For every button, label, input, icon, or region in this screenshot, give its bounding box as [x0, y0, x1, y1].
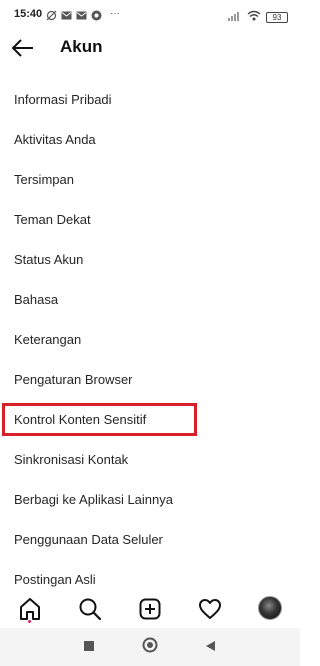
menu-item-label: Informasi Pribadi [14, 92, 112, 107]
menu-item-sinkronisasi-kontak[interactable]: Sinkronisasi Kontak [0, 440, 300, 480]
menu-item-bahasa[interactable]: Bahasa [0, 280, 300, 320]
page-title: Akun [60, 37, 103, 56]
menu-item-label: Penggunaan Data Seluler [14, 532, 163, 547]
menu-item-label: Teman Dekat [14, 212, 91, 227]
more-indicator: ··· [110, 8, 120, 19]
menu-item-keterangan[interactable]: Keterangan [0, 320, 300, 360]
signal-icon [228, 8, 242, 26]
nav-add-post-button[interactable] [137, 596, 163, 622]
mail-icon [76, 8, 87, 20]
system-back-button[interactable] [204, 639, 216, 657]
menu-item-label: Berbagi ke Aplikasi Lainnya [14, 492, 173, 507]
menu-item-aktivitas-anda[interactable]: Aktivitas Anda [0, 120, 300, 160]
heart-icon [199, 599, 221, 619]
status-time: 15:40 [14, 8, 43, 20]
bottom-nav [0, 590, 300, 628]
triangle-back-icon [206, 641, 215, 651]
menu-item-status-akun[interactable]: Status Akun [0, 240, 300, 280]
menu-item-label: Bahasa [14, 292, 59, 307]
search-icon [79, 598, 102, 621]
system-nav [0, 628, 300, 666]
profile-avatar[interactable] [258, 596, 282, 620]
nav-home-button[interactable] [17, 596, 43, 622]
menu-item-label: Keterangan [14, 332, 82, 347]
nav-search-button[interactable] [77, 596, 103, 622]
menu-item-teman-dekat[interactable]: Teman Dekat [0, 200, 300, 240]
home-icon [20, 598, 40, 620]
menu-item-pengaturan-browser[interactable]: Pengaturan Browser [0, 360, 300, 400]
menu-item-kontrol-konten-sensitif[interactable]: Kontrol Konten Sensitif [0, 400, 300, 440]
status-bar: 15:40 ··· 93 [0, 0, 300, 30]
active-indicator-dot [28, 620, 31, 623]
menu-item-berbagi-aplikasi[interactable]: Berbagi ke Aplikasi Lainnya [0, 480, 300, 520]
circle-home-icon [142, 637, 158, 653]
menu-item-label: Pengaturan Browser [14, 372, 133, 387]
menu-item-label: Kontrol Konten Sensitif [14, 412, 147, 427]
status-icons-left: ··· [46, 8, 120, 21]
wifi-icon [247, 8, 261, 26]
nav-activity-button[interactable] [197, 596, 223, 622]
menu-item-label: Status Akun [14, 252, 84, 267]
status-icons-right: 93 [228, 8, 288, 26]
menu-item-label: Aktivitas Anda [14, 132, 96, 147]
system-home-button[interactable] [142, 637, 158, 658]
add-post-icon [139, 598, 161, 620]
header: Akun [0, 30, 300, 66]
vpn-icon [91, 8, 102, 21]
back-button[interactable] [10, 36, 36, 60]
menu-item-label: Postingan Asli [14, 572, 96, 587]
menu-item-tersimpan[interactable]: Tersimpan [0, 160, 300, 200]
menu-item-penggunaan-data[interactable]: Penggunaan Data Seluler [0, 520, 300, 560]
mail-icon [61, 8, 72, 20]
sync-off-icon [46, 8, 57, 21]
recents-button[interactable] [83, 639, 95, 657]
battery-indicator: 93 [266, 11, 288, 23]
arrow-left-icon [11, 39, 33, 57]
menu-item-label: Sinkronisasi Kontak [14, 452, 129, 467]
menu-item-label: Tersimpan [14, 172, 74, 187]
menu-item-informasi-pribadi[interactable]: Informasi Pribadi [0, 80, 300, 120]
square-recents-icon [84, 641, 94, 651]
